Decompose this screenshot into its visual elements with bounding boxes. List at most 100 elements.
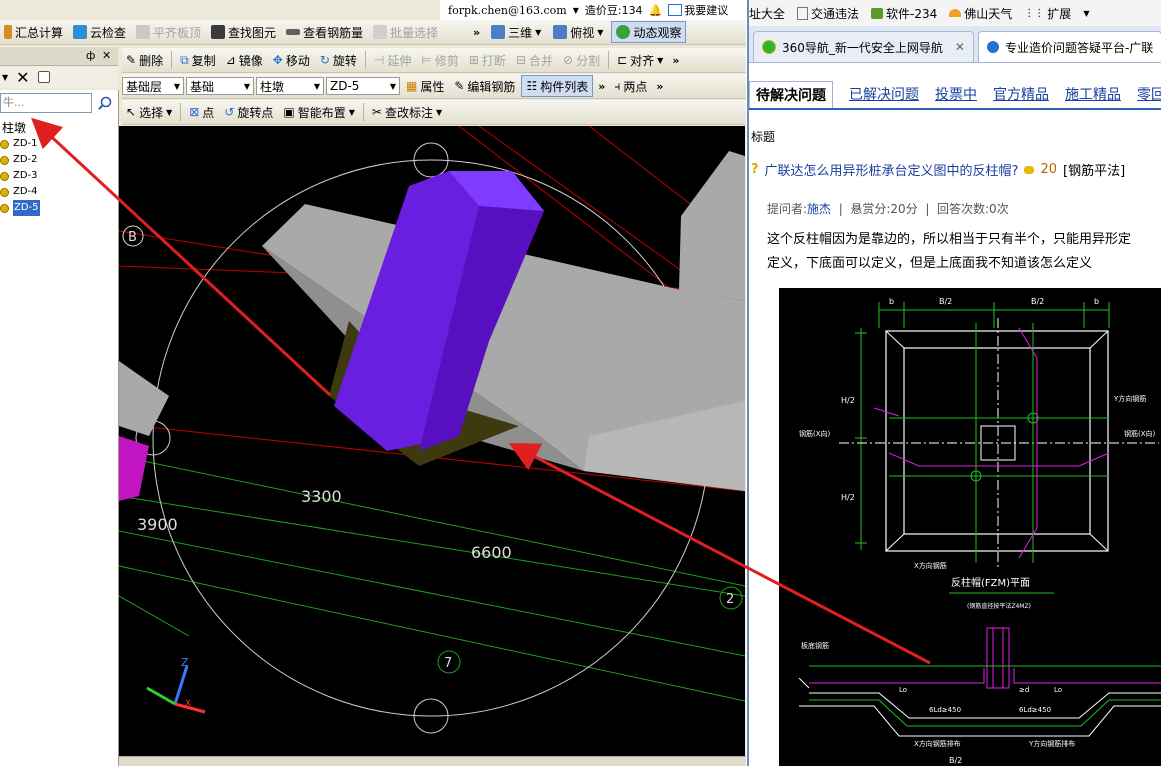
tree-item[interactable]: ZD-4 xyxy=(0,184,118,200)
category-select[interactable]: 基础 ▼ xyxy=(186,77,254,95)
panel-dropdown-icon[interactable]: ▼ xyxy=(2,73,8,82)
tree-item[interactable]: ZD-5 xyxy=(0,200,118,216)
3d-viewport[interactable]: 3300 3900 6600 B 2 7 Z X xyxy=(119,126,745,756)
question-category[interactable]: [钢筋平法] xyxy=(1063,160,1125,179)
bookmark-item[interactable]: ⋮⋮ 扩展 xyxy=(1024,5,1071,22)
toolbar-overflow-3[interactable]: » xyxy=(595,80,608,93)
point-button[interactable]: ⊠ 点 xyxy=(185,102,218,122)
edit-label-dropdown[interactable]: ✂ 查改标注 ▼ xyxy=(368,102,446,122)
align-icon: ⊏ xyxy=(617,53,628,67)
bookmark-item[interactable]: 交通违法 xyxy=(797,5,859,22)
cube-icon xyxy=(491,25,506,39)
properties-button[interactable]: ▦ 属性 xyxy=(402,76,448,96)
nav-tab[interactable]: 施工精品 xyxy=(1065,84,1121,104)
browser-tab[interactable]: 360导航_新一代安全上网导航 ✕ xyxy=(753,31,974,62)
tab-label: 专业造价问题答疑平台-广联 xyxy=(1004,40,1154,55)
top-view-dropdown[interactable]: 俯视 ▼ xyxy=(549,22,607,42)
nav-tab[interactable]: 已解决问题 xyxy=(849,84,919,104)
align-dropdown[interactable]: ⊏ 对齐 ▼ xyxy=(613,50,667,70)
chevron-down-icon: ▼ xyxy=(313,81,320,91)
bell-icon[interactable]: 🔔 xyxy=(649,4,663,17)
cad-outer-square xyxy=(885,330,1109,552)
suggest-link[interactable]: 我要建议 xyxy=(668,2,728,18)
nav-tab[interactable]: 官方精品 xyxy=(993,84,1049,104)
copy-icon[interactable] xyxy=(37,71,50,83)
pen-icon: ✎ xyxy=(126,53,137,67)
cad-label-h2-top: H/2 xyxy=(841,396,855,405)
summary-button[interactable]: 汇总计算 xyxy=(0,22,67,42)
search-button[interactable] xyxy=(94,93,116,113)
axis-label-7: 7 xyxy=(444,656,452,671)
axis-label-2: 2 xyxy=(726,592,734,607)
mirror-button[interactable]: ⊿ 镜像 xyxy=(222,50,267,70)
tree-item-label: ZD-3 xyxy=(13,170,38,181)
extend-button[interactable]: ⊣ 延伸 xyxy=(370,50,415,70)
copy-button[interactable]: ⧉ 复制 xyxy=(176,50,220,70)
cad-drawing: b B/2 B/2 b H/2 H/2 Y方向钢筋 X方向钢筋 钢筋(X向) 钢… xyxy=(798,297,1161,765)
mirror-icon: ⊿ xyxy=(225,53,236,67)
account-email-dropdown-icon[interactable]: ▼ xyxy=(573,6,579,15)
element-list-button[interactable]: ☷ 构件列表 xyxy=(521,75,594,97)
bookmark-item[interactable]: 址大全 xyxy=(749,5,785,22)
question-title-link[interactable]: 广联达怎么用异形桩承台定义图中的反柱帽? xyxy=(765,160,1019,179)
bookmarks-more-icon[interactable]: ▼ xyxy=(1083,9,1089,18)
smart-layout-dropdown[interactable]: ▣ 智能布置 ▼ xyxy=(279,102,359,122)
close-tab-icon[interactable]: ✕ xyxy=(955,40,965,54)
browser-tab-strip: 360导航_新一代安全上网导航 ✕ 专业造价问题答疑平台-广联 xyxy=(749,26,1161,63)
toolbar-overflow-4[interactable]: » xyxy=(653,80,666,93)
delete-icon[interactable]: ✕ xyxy=(16,68,29,87)
two-points-button[interactable]: ⫞ 两点 xyxy=(610,76,651,96)
rebar-icon xyxy=(286,29,301,35)
break-icon: ⊞ xyxy=(468,53,479,67)
toolbar-overflow-2[interactable]: » xyxy=(669,54,682,67)
toolbar-overflow-1[interactable]: » xyxy=(470,26,483,39)
weather-icon xyxy=(949,9,962,17)
delete-button[interactable]: ✎ 删除 xyxy=(122,50,167,70)
software-icon xyxy=(871,7,884,19)
move-icon: ✥ xyxy=(272,53,283,67)
tree-item[interactable]: ZD-1 xyxy=(0,136,118,152)
cad-label-y-bottom: Y方向钢筋排布 xyxy=(1028,739,1075,748)
nav-tab[interactable]: 零回 xyxy=(1137,84,1161,104)
trim-button[interactable]: ⊨ 修剪 xyxy=(417,50,462,70)
page-icon xyxy=(797,6,809,20)
asker-link[interactable]: 施杰 xyxy=(807,202,831,216)
move-button[interactable]: ✥ 移动 xyxy=(269,50,314,70)
tree-item[interactable]: ZD-3 xyxy=(0,168,118,184)
element-search-input[interactable]: 牛... xyxy=(0,93,92,113)
element-select[interactable]: ZD-5 ▼ xyxy=(326,77,400,95)
tree-item[interactable]: ZD-2 xyxy=(0,152,118,168)
select-dropdown[interactable]: ↖ 选择 ▼ xyxy=(122,102,176,122)
nav-tab[interactable]: 投票中 xyxy=(935,84,977,104)
tree-root-node[interactable]: 柱墩 xyxy=(0,120,118,136)
list-header-title: 标题 xyxy=(751,130,776,144)
separator xyxy=(608,51,610,69)
orbit-icon xyxy=(616,25,631,39)
find-element-button[interactable]: 查找图元 xyxy=(207,22,280,42)
question-row: ? 广联达怎么用异形桩承台定义图中的反柱帽? 20 [钢筋平法] xyxy=(751,160,1125,179)
dynamic-view-button[interactable]: 动态观察 xyxy=(611,21,687,43)
separator xyxy=(362,103,364,121)
rotate-button[interactable]: ↻ 旋转 xyxy=(316,50,361,70)
edit-rebar-button[interactable]: ✎ 编辑钢筋 xyxy=(450,76,519,96)
view-3d-dropdown[interactable]: 三维 ▼ xyxy=(487,22,545,42)
element-tree: 柱墩 ZD-1 ZD-2 ZD-3 ZD-4 ZD-5 xyxy=(0,120,118,216)
cloud-check-button[interactable]: 云检查 xyxy=(69,22,130,42)
rotate-point-button[interactable]: ↺ 旋转点 xyxy=(220,102,277,122)
flush-slab-button[interactable]: 平齐板顶 xyxy=(132,22,205,42)
view-rebar-button[interactable]: 查看钢筋量 xyxy=(282,22,367,42)
bookmark-item[interactable]: 软件-234 xyxy=(871,5,937,22)
split-button[interactable]: ⊘ 分割 xyxy=(559,50,604,70)
layer-select[interactable]: 基础层 ▼ xyxy=(122,77,184,95)
batch-select-button[interactable]: 批量选择 xyxy=(369,22,442,42)
browser-tab[interactable]: 专业造价问题答疑平台-广联 xyxy=(977,31,1161,62)
type-select[interactable]: 柱墩 ▼ xyxy=(256,77,324,95)
panel-close-icon[interactable]: ✕ xyxy=(102,49,111,62)
pin-icon[interactable]: ф xyxy=(86,49,95,62)
break-button[interactable]: ⊞ 打断 xyxy=(465,50,510,70)
merge-button[interactable]: ⊟ 合并 xyxy=(512,50,557,70)
nav-tab[interactable]: 待解决问题 xyxy=(749,80,833,108)
bookmark-item[interactable]: 佛山天气 xyxy=(949,5,1012,22)
cad-label-y-rebar: Y方向钢筋 xyxy=(1113,394,1146,403)
separator xyxy=(180,103,182,121)
